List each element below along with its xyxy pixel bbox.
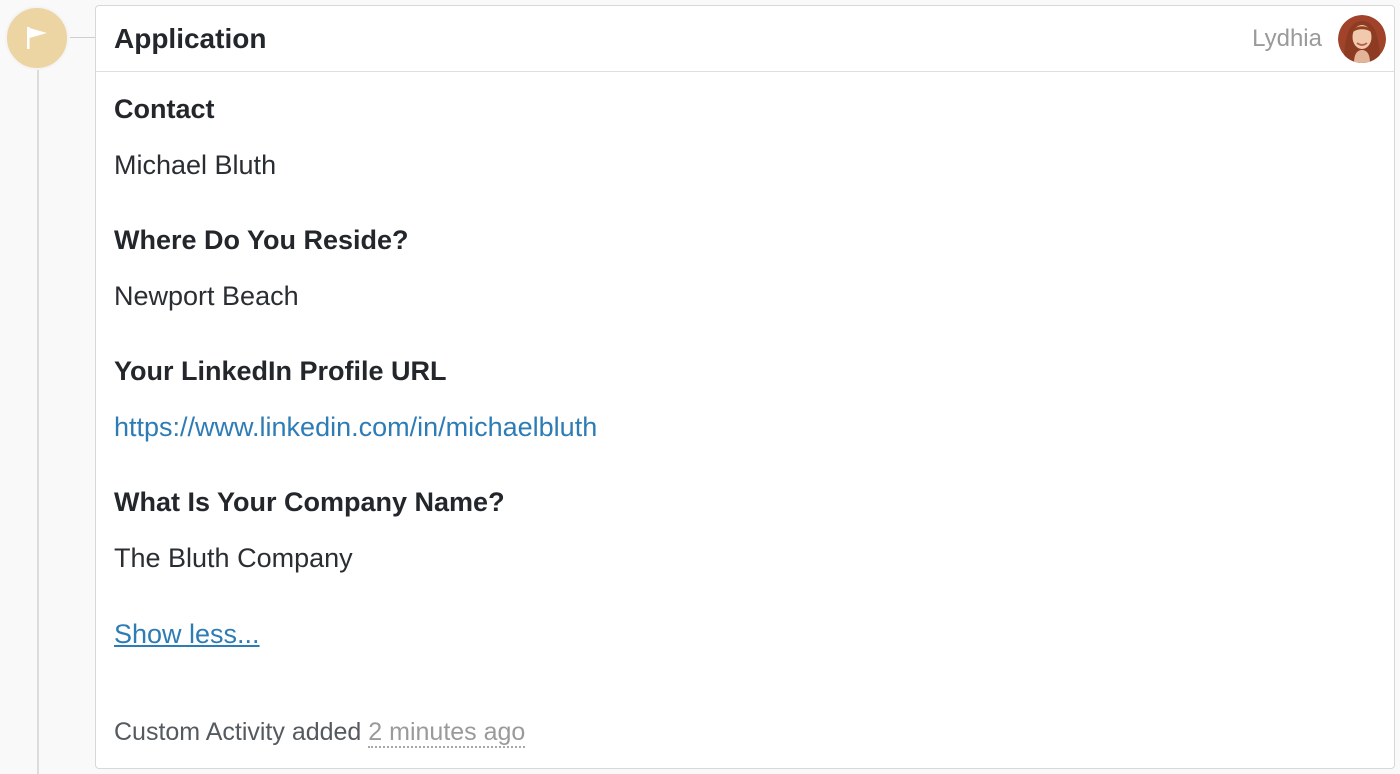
timeline-connector bbox=[70, 37, 96, 38]
author-name: Lydhia bbox=[1252, 24, 1322, 52]
field-linkedin: Your LinkedIn Profile URL https://www.li… bbox=[114, 354, 1376, 444]
field-value: The Bluth Company bbox=[114, 543, 353, 573]
card-title: Application bbox=[114, 22, 267, 54]
activity-footer: Custom Activity added 2 minutes ago bbox=[114, 716, 526, 748]
field-company: What Is Your Company Name? The Bluth Com… bbox=[114, 485, 1376, 575]
timeline-marker bbox=[5, 6, 69, 70]
field-label: Contact bbox=[114, 94, 215, 124]
field-contact: Contact Michael Bluth bbox=[114, 92, 1376, 182]
flag-icon bbox=[27, 27, 47, 49]
card-header: Application Lydhia bbox=[96, 6, 1394, 72]
timestamp[interactable]: 2 minutes ago bbox=[368, 718, 526, 748]
linkedin-link[interactable]: https://www.linkedin.com/in/michaelbluth bbox=[114, 410, 597, 444]
field-residence: Where Do You Reside? Newport Beach bbox=[114, 223, 1376, 313]
field-value: Newport Beach bbox=[114, 281, 299, 311]
avatar bbox=[1338, 14, 1386, 63]
field-label: Your LinkedIn Profile URL bbox=[114, 356, 447, 386]
field-label: What Is Your Company Name? bbox=[114, 487, 505, 517]
field-label: Where Do You Reside? bbox=[114, 225, 409, 255]
show-less-link[interactable]: Show less... bbox=[114, 617, 260, 651]
card-author: Lydhia bbox=[1252, 14, 1386, 63]
card-body: Contact Michael Bluth Where Do You Resid… bbox=[96, 72, 1394, 651]
field-value: Michael Bluth bbox=[114, 150, 277, 180]
footer-text: Custom Activity added bbox=[114, 718, 362, 746]
activity-card: Application Lydhia Contact Michael Bluth… bbox=[95, 5, 1395, 769]
timeline-line bbox=[37, 60, 39, 774]
